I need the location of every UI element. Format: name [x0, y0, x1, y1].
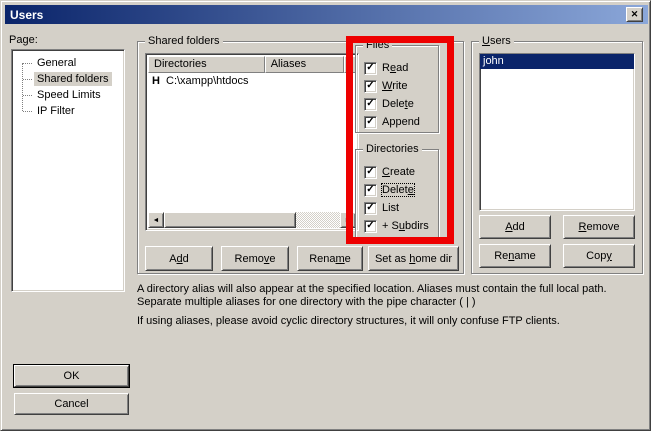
- checkbox-box: ✓: [364, 80, 377, 93]
- cyclic-note: If using aliases, please avoid cyclic di…: [137, 315, 641, 328]
- button-label: Remove: [235, 253, 276, 265]
- checkbox-label: Delete: [382, 184, 414, 196]
- table-header: Directories Aliases: [148, 56, 356, 73]
- scrollbar-thumb[interactable]: [164, 212, 296, 228]
- scroll-left-button[interactable]: ◄: [148, 212, 164, 228]
- checkbox-dirs-list[interactable]: ✓ List: [364, 201, 399, 215]
- close-icon: ✕: [631, 9, 639, 20]
- directories-group-label: Directories: [363, 143, 422, 155]
- button-label: Add: [505, 221, 525, 233]
- sidebar-item-speed-limits[interactable]: Speed Limits: [12, 87, 104, 103]
- checkbox-files-read[interactable]: ✓ Read: [364, 61, 408, 75]
- check-icon: ✓: [366, 99, 374, 109]
- checkbox-label: Read: [382, 62, 408, 74]
- checkbox-label: Create: [382, 166, 415, 178]
- check-icon: ✓: [366, 117, 374, 127]
- page-label: Page:: [9, 34, 38, 46]
- checkbox-label: Append: [382, 116, 420, 128]
- window-title: Users: [10, 8, 43, 22]
- checkbox-box: ✓: [364, 116, 377, 129]
- checkbox-box: ✓: [364, 166, 377, 179]
- ok-button[interactable]: OK: [14, 365, 129, 387]
- users-dialog: Users ✕ Page: General Shared folders Spe…: [0, 0, 651, 431]
- directories-permissions-group: Directories ✓ Create ✓ Delete ✓ List ✓ +…: [355, 149, 439, 241]
- home-dir-flag: H: [150, 75, 162, 87]
- tree-stub: [23, 111, 32, 112]
- checkbox-label: Delete: [382, 98, 414, 110]
- titlebar[interactable]: Users: [5, 5, 648, 24]
- table-row[interactable]: H C:\xampp\htdocs: [148, 73, 356, 89]
- checkbox-files-write[interactable]: ✓ Write: [364, 79, 407, 93]
- remove-folder-button[interactable]: Remove: [221, 246, 289, 271]
- users-listbox: john: [479, 53, 635, 211]
- sidebar-item-ip-filter[interactable]: IP Filter: [12, 103, 78, 119]
- close-button[interactable]: ✕: [626, 7, 643, 22]
- checkbox-box: ✓: [364, 220, 377, 233]
- checkbox-dirs-delete[interactable]: ✓ Delete: [364, 183, 414, 197]
- check-icon: ✓: [366, 221, 374, 231]
- sidebar-item-label: Shared folders: [34, 72, 112, 86]
- checkbox-box: ✓: [364, 202, 377, 215]
- tree-stub: [23, 63, 32, 64]
- add-folder-button[interactable]: Add: [145, 246, 213, 271]
- rename-folder-button[interactable]: Rename: [297, 246, 363, 271]
- scrollbar-track[interactable]: [296, 212, 340, 228]
- files-group-label: Files: [363, 39, 392, 51]
- checkbox-label: List: [382, 202, 399, 214]
- check-icon: ✓: [366, 63, 374, 73]
- check-icon: ✓: [366, 81, 374, 91]
- checkbox-box: ✓: [364, 98, 377, 111]
- sidebar-item-label: Speed Limits: [34, 88, 104, 102]
- remove-user-button[interactable]: Remove: [563, 215, 635, 239]
- arrow-left-icon: ◄: [153, 217, 160, 224]
- check-icon: ✓: [366, 167, 374, 177]
- button-label: Rename: [309, 253, 351, 265]
- checkbox-box: ✓: [364, 62, 377, 75]
- check-icon: ✓: [366, 203, 374, 213]
- files-permissions-group: Files ✓ Read ✓ Write ✓ Delete ✓ Append: [355, 45, 439, 133]
- tree-stub: [23, 95, 32, 96]
- column-header-directories[interactable]: Directories: [148, 56, 265, 73]
- column-header-aliases[interactable]: Aliases: [265, 56, 344, 73]
- tree-stub: [23, 79, 32, 80]
- cancel-button[interactable]: Cancel: [14, 393, 129, 415]
- button-label: Copy: [586, 250, 612, 262]
- button-label: Add: [169, 253, 189, 265]
- button-label: Rename: [494, 250, 536, 262]
- horizontal-scrollbar: ◄ ►: [148, 212, 356, 228]
- shared-folders-group-label: Shared folders: [145, 35, 223, 47]
- set-as-home-dir-button[interactable]: Set as home dir: [368, 246, 459, 271]
- user-list-item[interactable]: john: [480, 54, 634, 69]
- checkbox-files-delete[interactable]: ✓ Delete: [364, 97, 414, 111]
- sidebar-item-label: IP Filter: [34, 104, 78, 118]
- sidebar-item-label: General: [34, 56, 79, 70]
- users-group-label: Users: [479, 35, 514, 47]
- add-user-button[interactable]: Add: [479, 215, 551, 239]
- copy-user-button[interactable]: Copy: [563, 244, 635, 268]
- checkbox-files-append[interactable]: ✓ Append: [364, 115, 420, 129]
- button-label: Set as home dir: [375, 253, 452, 265]
- button-label: Remove: [579, 221, 620, 233]
- checkbox-label: Write: [382, 80, 407, 92]
- sidebar-item-general[interactable]: General: [12, 55, 79, 71]
- alias-note: A directory alias will also appear at th…: [137, 283, 641, 309]
- page-listbox: General Shared folders Speed Limits IP F…: [11, 49, 125, 292]
- checkbox-label: + Subdirs: [382, 220, 429, 232]
- arrow-right-icon: ►: [345, 217, 352, 224]
- checkbox-box: ✓: [364, 184, 377, 197]
- rename-user-button[interactable]: Rename: [479, 244, 551, 268]
- scroll-right-button[interactable]: ►: [340, 212, 356, 228]
- sidebar-item-shared-folders[interactable]: Shared folders: [12, 71, 112, 87]
- checkbox-dirs-create[interactable]: ✓ Create: [364, 165, 415, 179]
- directory-path: C:\xampp\htdocs: [166, 75, 249, 87]
- directories-table: Directories Aliases H C:\xampp\htdocs ◄ …: [145, 53, 359, 231]
- checkbox-dirs-subdirs[interactable]: ✓ + Subdirs: [364, 219, 429, 233]
- check-icon: ✓: [366, 185, 374, 195]
